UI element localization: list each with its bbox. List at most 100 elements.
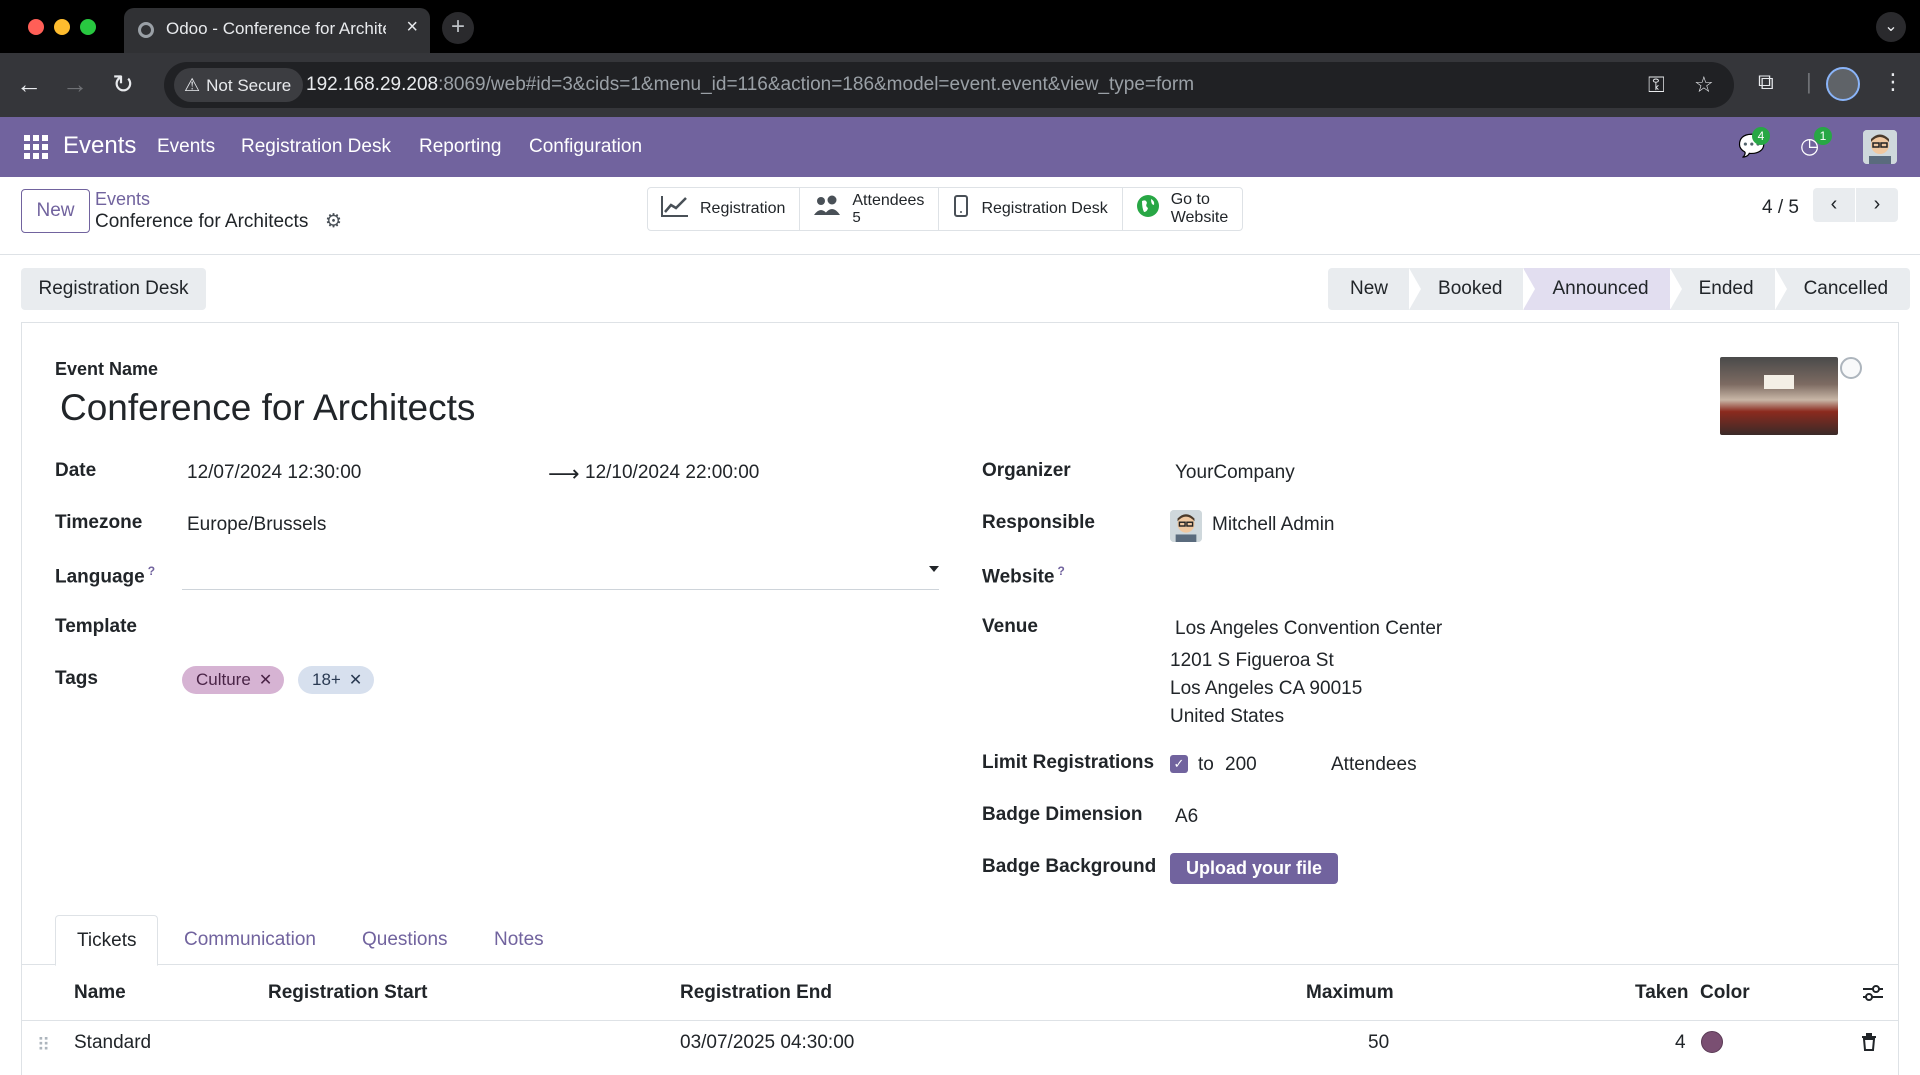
ticket-name-cell[interactable]: Standard: [74, 1032, 151, 1054]
timezone-label: Timezone: [55, 512, 143, 533]
attendees-smart-button[interactable]: Attendees 5: [800, 188, 940, 230]
control-panel: New Events Conference for Architects ⚙ R…: [0, 177, 1920, 255]
bookmark-star-icon[interactable]: ☆: [1694, 72, 1714, 98]
mobile-phone-icon: [951, 194, 971, 224]
url-text[interactable]: 192.168.29.208:8069/web#id=3&cids=1&menu…: [306, 74, 1194, 96]
remove-tag-icon[interactable]: ✕: [349, 672, 362, 689]
maximize-window-button[interactable]: [80, 19, 96, 35]
registration-smart-button[interactable]: Registration: [648, 188, 801, 230]
menu-events[interactable]: Events: [157, 136, 215, 158]
registration-desk-button[interactable]: Registration Desk: [21, 268, 206, 310]
event-name-input[interactable]: Conference for Architects: [60, 387, 475, 429]
stage-booked[interactable]: Booked: [1409, 268, 1525, 310]
activities-clock-icon[interactable]: ◷ 1: [1800, 127, 1832, 159]
odoo-navbar: Events Events Registration Desk Reportin…: [0, 117, 1920, 177]
notebook-tabs: Tickets Communication Questions Notes: [22, 915, 1898, 966]
minimize-window-button[interactable]: [54, 19, 70, 35]
venue-country: United States: [1170, 706, 1285, 727]
browser-tab[interactable]: Odoo - Conference for Architects ×: [124, 8, 430, 53]
language-select[interactable]: [182, 560, 939, 590]
optional-columns-sliders-icon[interactable]: [1862, 983, 1884, 1008]
registration-desk-smart-button[interactable]: Registration Desk: [939, 188, 1123, 230]
warning-triangle-icon: ⚠: [184, 75, 201, 95]
registration-label: Registration: [700, 200, 786, 217]
date-label: Date: [55, 460, 97, 481]
user-avatar[interactable]: [1863, 130, 1897, 164]
upload-file-button[interactable]: Upload your file: [1170, 853, 1338, 884]
badge-dimension-select[interactable]: A6: [1175, 806, 1198, 828]
users-icon: [812, 194, 842, 224]
tab-notes[interactable]: Notes: [473, 915, 565, 965]
app-brand[interactable]: Events: [63, 132, 136, 160]
column-maximum[interactable]: Maximum: [1306, 982, 1394, 1004]
tab-close-icon[interactable]: ×: [406, 16, 418, 39]
back-arrow-icon[interactable]: ←: [14, 69, 44, 99]
venue-street: 1201 S Figueroa St: [1170, 650, 1334, 671]
language-help-icon[interactable]: ?: [148, 564, 155, 578]
tab-search-chevron-icon[interactable]: ⌄: [1876, 12, 1906, 42]
trash-icon[interactable]: [1861, 1033, 1877, 1056]
reload-icon[interactable]: ↻: [108, 69, 138, 99]
venue-field[interactable]: Los Angeles Convention Center: [1175, 618, 1442, 640]
stage-cancelled[interactable]: Cancelled: [1774, 268, 1911, 310]
stage-new[interactable]: New: [1328, 268, 1411, 310]
table-header-divider: [22, 1020, 1898, 1021]
remove-tag-icon[interactable]: ✕: [259, 672, 272, 689]
limit-value-input[interactable]: 200: [1225, 754, 1257, 776]
tab-title: Odoo - Conference for Architects: [166, 19, 386, 38]
column-registration-end[interactable]: Registration End: [680, 982, 832, 1004]
column-registration-start[interactable]: Registration Start: [268, 982, 427, 1004]
attendees-count: 5: [852, 209, 861, 226]
globe-icon: [1135, 193, 1161, 225]
limit-to-text: to: [1198, 754, 1214, 775]
pager-next-chevron-icon[interactable]: ›: [1856, 188, 1898, 222]
address-bar[interactable]: ⚠ Not Secure 192.168.29.208:8069/web#id=3…: [164, 62, 1734, 108]
close-window-button[interactable]: [28, 19, 44, 35]
ticket-color-swatch[interactable]: [1701, 1031, 1723, 1053]
responsible-field[interactable]: Mitchell Admin: [1212, 514, 1335, 536]
messages-icon[interactable]: 💬 4: [1738, 127, 1770, 159]
password-key-icon[interactable]: ⚿: [1648, 72, 1665, 98]
pager-previous-chevron-icon[interactable]: ‹: [1813, 188, 1855, 222]
date-end-input[interactable]: 12/10/2024 22:00:00: [585, 462, 759, 484]
organizer-field[interactable]: YourCompany: [1175, 462, 1295, 484]
date-start-input[interactable]: 12/07/2024 12:30:00: [187, 462, 361, 484]
column-color[interactable]: Color: [1700, 982, 1750, 1004]
line-chart-icon: [660, 194, 690, 224]
extensions-icon[interactable]: ⧉: [1758, 69, 1774, 95]
kanban-state-toggle[interactable]: [1840, 357, 1862, 379]
ticket-reg-end-cell[interactable]: 03/07/2025 04:30:00: [680, 1032, 854, 1054]
stage-ended[interactable]: Ended: [1669, 268, 1776, 310]
new-tab-button[interactable]: +: [442, 12, 474, 44]
pager-value[interactable]: 4 / 5: [1762, 197, 1799, 219]
stage-announced[interactable]: Announced: [1523, 268, 1671, 310]
responsible-label: Responsible: [982, 512, 1095, 533]
organizer-label: Organizer: [982, 460, 1071, 481]
tab-communication[interactable]: Communication: [163, 915, 337, 965]
event-name-label: Event Name: [55, 359, 159, 379]
forward-arrow-icon[interactable]: →: [60, 69, 90, 99]
browser-menu-icon[interactable]: ⋮: [1882, 69, 1904, 95]
ticket-maximum-cell[interactable]: 50: [1368, 1032, 1389, 1054]
website-help-icon[interactable]: ?: [1058, 564, 1065, 578]
new-record-button[interactable]: New: [21, 189, 90, 233]
menu-registration-desk[interactable]: Registration Desk: [241, 136, 391, 158]
badge-dimension-label: Badge Dimension: [982, 804, 1143, 825]
timezone-select[interactable]: Europe/Brussels: [187, 514, 326, 536]
event-cover-image[interactable]: [1720, 357, 1838, 435]
tab-tickets[interactable]: Tickets: [55, 915, 159, 966]
breadcrumb-events[interactable]: Events: [95, 189, 150, 210]
messages-badge: 4: [1752, 127, 1770, 145]
go-to-website-smart-button[interactable]: Go to Website: [1123, 188, 1243, 230]
column-taken[interactable]: Taken: [1635, 982, 1689, 1004]
drag-handle-icon[interactable]: ⠿: [37, 1035, 50, 1056]
tab-questions[interactable]: Questions: [341, 915, 469, 965]
limit-registrations-checkbox[interactable]: ✓: [1170, 755, 1188, 773]
gear-icon[interactable]: ⚙: [325, 210, 342, 233]
menu-reporting[interactable]: Reporting: [419, 136, 501, 158]
profile-avatar[interactable]: [1826, 67, 1860, 101]
column-name[interactable]: Name: [74, 982, 126, 1004]
apps-grid-icon[interactable]: [24, 135, 48, 159]
security-indicator[interactable]: ⚠ Not Secure: [174, 68, 304, 102]
menu-configuration[interactable]: Configuration: [529, 136, 642, 158]
